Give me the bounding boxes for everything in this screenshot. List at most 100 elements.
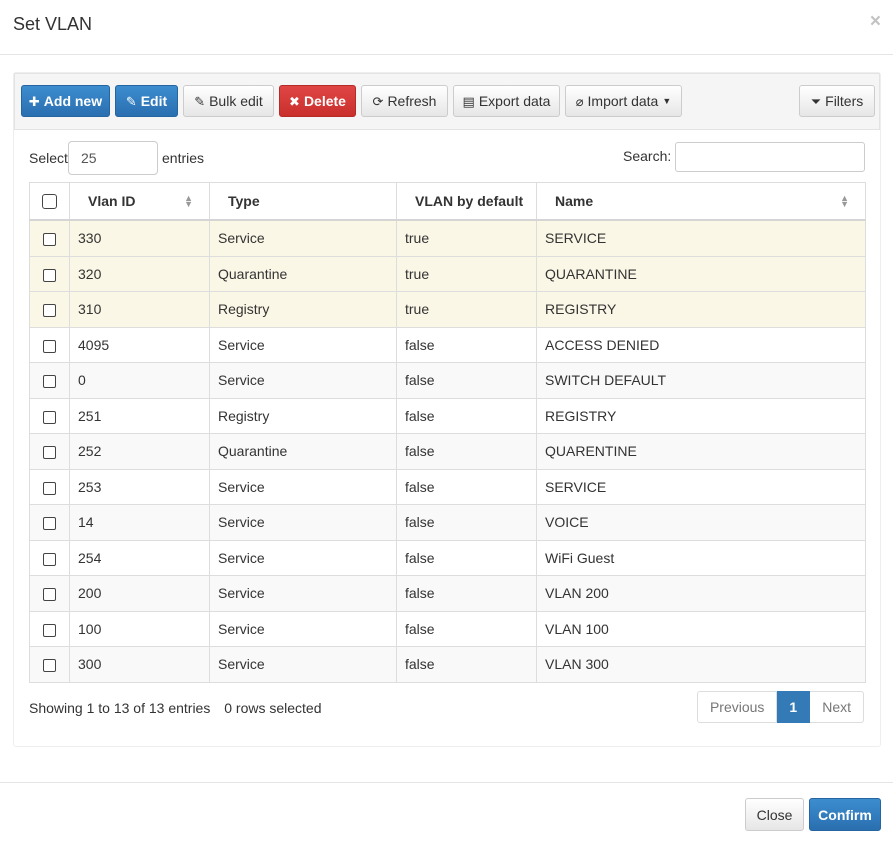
add-new-button[interactable]: ✚ Add new: [21, 85, 110, 117]
table-row[interactable]: 254 Service false WiFi Guest: [29, 539, 866, 576]
cell-name: VOICE: [536, 504, 866, 541]
row-select-cell[interactable]: [29, 433, 70, 470]
table-row[interactable]: 320 Quarantine true QUARANTINE: [29, 255, 866, 292]
row-select-cell[interactable]: [29, 397, 70, 434]
plus-icon: ✚: [28, 93, 40, 109]
toolbar: ✚ Add new ✎ Edit ✎ Bulk edit ✖ Delete ⟳ …: [14, 73, 880, 130]
row-checkbox[interactable]: [43, 304, 56, 318]
name-header[interactable]: Name ▲ ▼: [536, 182, 866, 221]
cell-vlan-id: 251: [69, 397, 210, 434]
import-data-button[interactable]: ⌀ Import data ▼: [565, 85, 682, 117]
cell-by-default: false: [396, 362, 537, 399]
row-select-cell[interactable]: [29, 646, 70, 683]
cell-name: REGISTRY: [536, 291, 866, 328]
sort-icon[interactable]: ▲ ▼: [184, 194, 193, 209]
row-checkbox[interactable]: [43, 552, 56, 566]
table-row[interactable]: 200 Service false VLAN 200: [29, 575, 866, 612]
row-checkbox[interactable]: [43, 268, 56, 282]
cell-by-default: false: [396, 433, 537, 470]
cell-vlan-id: 14: [69, 504, 210, 541]
row-select-cell[interactable]: [29, 362, 70, 399]
confirm-button[interactable]: Confirm: [809, 798, 881, 831]
row-checkbox[interactable]: [43, 233, 56, 247]
cell-name: SWITCH DEFAULT: [536, 362, 866, 399]
next-page-button[interactable]: Next: [810, 691, 864, 723]
table-row[interactable]: 0 Service false SWITCH DEFAULT: [29, 362, 866, 399]
cell-by-default: false: [396, 575, 537, 612]
row-checkbox[interactable]: [43, 375, 56, 389]
pencil-icon: ✎: [194, 93, 206, 109]
row-checkbox[interactable]: [43, 659, 56, 673]
page-1-button[interactable]: 1: [777, 691, 811, 723]
caret-down-icon: ▼: [662, 95, 672, 106]
table-row[interactable]: 310 Registry true REGISTRY: [29, 291, 866, 328]
cell-vlan-id: 100: [69, 610, 210, 647]
modal-header: Set VLAN ×: [0, 0, 893, 55]
cell-name: SERVICE: [536, 468, 866, 505]
cell-by-default: false: [396, 326, 537, 363]
table-row[interactable]: 14 Service false VOICE: [29, 504, 866, 541]
vlan-id-header-label: Vlan ID: [88, 193, 136, 209]
by-default-header-label: VLAN by default: [415, 193, 524, 209]
vlan-table: Vlan ID ▲ ▼ Type VLAN by default Name ▲ ▼ …: [29, 182, 866, 683]
row-checkbox[interactable]: [43, 623, 56, 637]
row-select-cell[interactable]: [29, 539, 70, 576]
bulk-edit-button[interactable]: ✎ Bulk edit: [183, 85, 274, 117]
row-checkbox[interactable]: [43, 481, 56, 495]
length-label-after: entries: [162, 150, 205, 166]
search-input[interactable]: [675, 142, 865, 172]
table-row[interactable]: 300 Service false VLAN 300: [29, 646, 866, 683]
cell-type: Registry: [209, 397, 397, 434]
cell-by-default: false: [396, 504, 537, 541]
export-data-label: Export data: [478, 93, 551, 109]
cell-type: Quarantine: [209, 255, 397, 292]
cell-name: QUARANTINE: [536, 255, 866, 292]
row-checkbox[interactable]: [43, 588, 56, 602]
refresh-button[interactable]: ⟳ Refresh: [361, 85, 448, 117]
table-row[interactable]: 100 Service false VLAN 100: [29, 610, 866, 647]
select-all-header[interactable]: [29, 182, 70, 221]
edit-label: Edit: [140, 93, 168, 109]
table-row[interactable]: 330 Service true SERVICE: [29, 219, 866, 257]
row-select-cell[interactable]: [29, 575, 70, 612]
edit-button[interactable]: ✎ Edit: [115, 85, 178, 117]
table-row[interactable]: 251 Registry false REGISTRY: [29, 397, 866, 434]
cell-vlan-id: 330: [69, 219, 210, 257]
row-select-cell[interactable]: [29, 610, 70, 647]
previous-page-button[interactable]: Previous: [696, 691, 778, 723]
row-select-cell[interactable]: [29, 504, 70, 541]
table-row[interactable]: 253 Service false SERVICE: [29, 468, 866, 505]
cell-vlan-id: 4095: [69, 326, 210, 363]
sort-icon[interactable]: ▲ ▼: [840, 194, 849, 209]
row-select-cell[interactable]: [29, 255, 70, 292]
add-new-label: Add new: [43, 93, 103, 109]
row-checkbox[interactable]: [43, 446, 56, 460]
close-button[interactable]: Close: [745, 798, 804, 831]
row-checkbox[interactable]: [43, 517, 56, 531]
filters-label: Filters: [825, 93, 864, 109]
row-select-cell[interactable]: [29, 468, 70, 505]
row-checkbox[interactable]: [43, 339, 56, 353]
pencil-icon: ✎: [125, 93, 137, 109]
entries-per-page-input[interactable]: [68, 141, 158, 175]
table-body: 330 Service true SERVICE 320 Quarantine true QU…: [29, 219, 866, 683]
cell-by-default: true: [396, 291, 537, 328]
row-select-cell[interactable]: [29, 326, 70, 363]
table-row[interactable]: 4095 Service false ACCESS DENIED: [29, 326, 866, 363]
modal-close-icon[interactable]: ×: [870, 12, 881, 32]
row-checkbox[interactable]: [43, 410, 56, 424]
cell-name: REGISTRY: [536, 397, 866, 434]
cell-vlan-id: 200: [69, 575, 210, 612]
select-all-checkbox[interactable]: [42, 194, 57, 210]
cell-name: ACCESS DENIED: [536, 326, 866, 363]
table-row[interactable]: 252 Quarantine false QUARENTINE: [29, 433, 866, 470]
delete-button[interactable]: ✖ Delete: [279, 85, 356, 117]
row-select-cell[interactable]: [29, 291, 70, 328]
row-select-cell[interactable]: [29, 219, 70, 257]
vlan-id-header[interactable]: Vlan ID ▲ ▼: [69, 182, 210, 221]
cell-by-default: false: [396, 610, 537, 647]
cell-by-default: false: [396, 539, 537, 576]
filters-button[interactable]: ⏷ Filters: [799, 85, 875, 117]
showing-entries-text: Showing 1 to 13 of 13 entries: [29, 700, 211, 716]
export-data-button[interactable]: ▤ Export data: [453, 85, 560, 117]
